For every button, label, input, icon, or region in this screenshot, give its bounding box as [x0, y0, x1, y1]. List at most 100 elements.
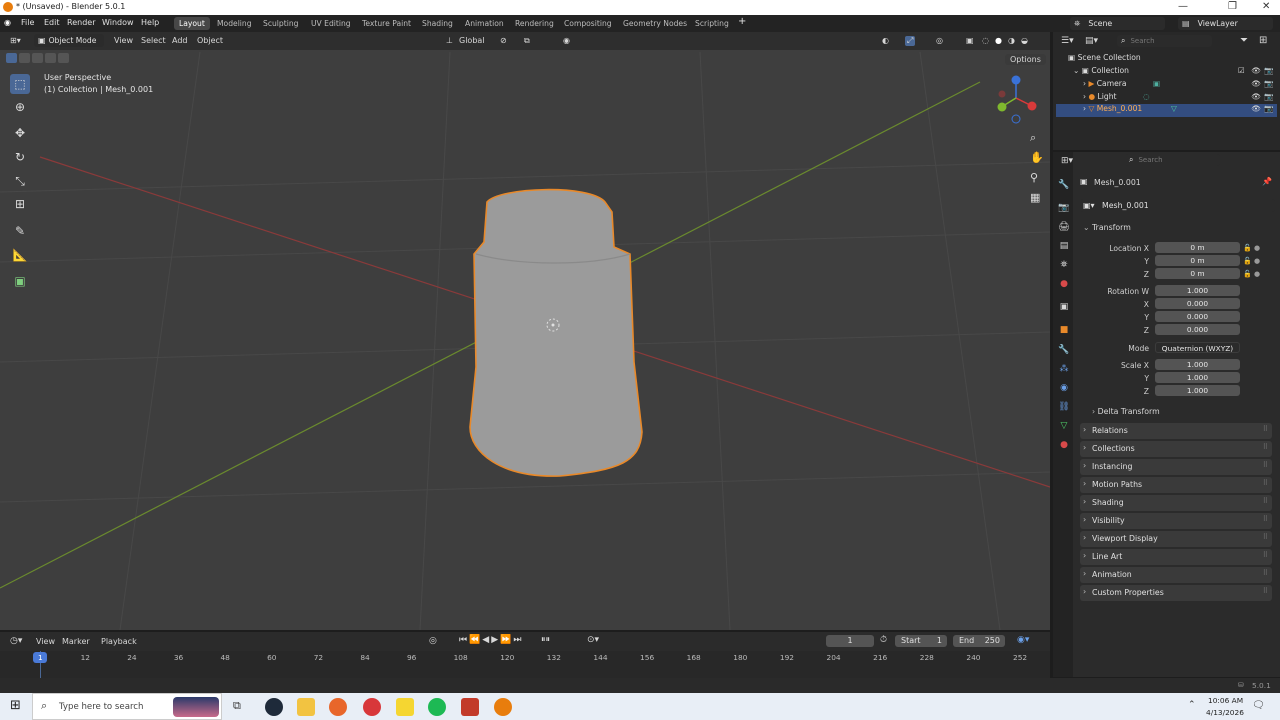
location-z-field[interactable]: 0 m — [1155, 268, 1240, 279]
tool-tab-icon[interactable]: 🔧 — [1057, 178, 1071, 192]
outliner-collection[interactable]: ⌄ ▣ Collection ☑ 👁 📷 — [1073, 66, 1273, 79]
playback-controls-icon[interactable]: ⏮⏪◀▶⏩⏭ — [459, 635, 523, 645]
select-box-tool-icon[interactable]: ⬚ — [10, 74, 30, 94]
particles-tab-icon[interactable]: ⁂ — [1057, 362, 1071, 376]
tray-chevron-icon[interactable]: ⌃ — [1188, 700, 1196, 710]
drag-grip-icon[interactable]: ⠿ — [1263, 443, 1268, 451]
rotate-tool-icon[interactable]: ↻ — [10, 147, 30, 167]
windows-start-icon[interactable]: ⊞ — [10, 698, 21, 713]
firefox-icon[interactable] — [329, 698, 347, 716]
drag-grip-icon[interactable]: ⠿ — [1263, 479, 1268, 487]
render-camera-icon[interactable]: 📷 — [1264, 92, 1273, 101]
blender-taskbar-icon[interactable] — [494, 698, 512, 716]
drag-grip-icon[interactable]: ⠿ — [1263, 497, 1268, 505]
visibility-eye-icon[interactable]: 👁 — [1251, 104, 1261, 113]
modifier-tab-icon[interactable]: 🔧 — [1057, 343, 1071, 357]
panel-viewport-display[interactable]: › Viewport Display ⠿ — [1080, 531, 1272, 547]
gizmo-toggle-icon[interactable]: ⤢ — [905, 36, 916, 46]
rotation-w-field[interactable]: 1.000 — [1155, 285, 1240, 296]
filter-icon[interactable]: ⏷ — [1240, 35, 1248, 46]
tab-texture-paint[interactable]: Texture Paint — [357, 17, 416, 30]
render-camera-icon[interactable]: 📷 — [1264, 104, 1273, 113]
output-tab-icon[interactable]: 🖨 — [1057, 220, 1071, 234]
physics-tab-icon[interactable]: ◉ — [1057, 381, 1071, 395]
timeline-editor-icon[interactable]: ◷▾ — [10, 636, 22, 646]
outliner-search-field[interactable]: ⌕ Search — [1117, 35, 1212, 47]
rotation-mode-dropdown[interactable]: Quaternion (WXYZ) — [1155, 342, 1240, 353]
keying-icon[interactable]: ⊙▾ — [587, 635, 599, 645]
data-tab-icon[interactable]: ▽ — [1057, 419, 1071, 433]
panel-instancing[interactable]: › Instancing ⠿ — [1080, 459, 1272, 475]
view-layer-selector[interactable]: ▤ ViewLayer — [1178, 17, 1273, 30]
drag-grip-icon[interactable]: ⠿ — [1263, 569, 1268, 577]
collection-tab-icon[interactable]: ▣ — [1057, 300, 1071, 314]
panel-animation[interactable]: › Animation ⠿ — [1080, 567, 1272, 583]
blender-menu-icon[interactable]: ◉ — [4, 18, 11, 27]
scene-selector[interactable]: ⛯ Scene — [1070, 17, 1165, 30]
editor-type-icon[interactable]: ⊞▾ — [10, 36, 21, 45]
timeline-menu-marker[interactable]: Marker — [62, 637, 90, 646]
overlay-toggle-icon[interactable]: ◉▾ — [1017, 635, 1029, 645]
timeline-menu-playback[interactable]: Playback — [101, 637, 137, 646]
tab-scripting[interactable]: Scripting — [690, 17, 734, 30]
material-shading-icon[interactable]: ◑ — [1008, 36, 1015, 45]
object-name-field[interactable]: ▣▾ Mesh_0.001 — [1080, 199, 1275, 212]
lock-icon[interactable]: 🔓 ● — [1243, 268, 1265, 281]
start-frame-field[interactable]: Start 1 — [895, 635, 947, 647]
visibility-eye-icon[interactable]: 👁 — [1251, 66, 1261, 75]
menu-file[interactable]: File — [21, 18, 34, 27]
menu-add[interactable]: Add — [172, 36, 188, 45]
close-button[interactable]: ✕ — [1262, 1, 1270, 12]
drag-grip-icon[interactable]: ⠿ — [1263, 587, 1268, 595]
rotation-y-field[interactable]: 0.000 — [1155, 311, 1240, 322]
menu-edit[interactable]: Edit — [44, 18, 60, 27]
tab-geometry-nodes[interactable]: Geometry Nodes — [618, 17, 692, 30]
chrome-icon[interactable] — [363, 698, 381, 716]
scale-z-field[interactable]: 1.000 — [1155, 385, 1240, 396]
exclude-checkbox[interactable]: ☑ — [1238, 66, 1245, 75]
xray-icon[interactable]: ▣ — [966, 36, 974, 45]
add-workspace-button[interactable]: + — [738, 16, 746, 27]
time-icon[interactable]: ⏱ — [880, 635, 887, 645]
keyframe-nav-icon[interactable]: ⏸⏸ — [541, 635, 550, 645]
menu-select[interactable]: Select — [141, 36, 166, 45]
select-intersect-icon[interactable] — [58, 53, 69, 63]
mesh-object[interactable] — [469, 188, 643, 477]
lock-icon[interactable]: 🔓 ● — [1243, 242, 1265, 255]
lock-icon[interactable]: 🔓 ● — [1243, 255, 1265, 268]
scale-tool-icon[interactable]: ⤡ — [10, 171, 30, 191]
mode-selector[interactable]: ▣ Object Mode — [34, 34, 104, 47]
menu-object[interactable]: Object — [197, 36, 223, 45]
outliner-item-mesh[interactable]: › ▽ Mesh_0.001 ▽ 👁 📷 — [1056, 104, 1277, 117]
orientation-icon[interactable]: ⊥ — [446, 36, 453, 45]
tab-uv-editing[interactable]: UV Editing — [306, 17, 356, 30]
menu-window[interactable]: Window — [102, 18, 134, 27]
tab-compositing[interactable]: Compositing — [559, 17, 617, 30]
drag-grip-icon[interactable]: ⠿ — [1263, 425, 1268, 433]
orientation-selector[interactable]: Global — [459, 36, 485, 45]
record-icon[interactable]: ◎ — [429, 636, 437, 646]
panel-motion-paths[interactable]: › Motion Paths ⠿ — [1080, 477, 1272, 493]
zoom-icon[interactable]: ⌕ — [1030, 131, 1036, 145]
camera-view-icon[interactable]: ⚲ — [1030, 171, 1038, 184]
taskbar-search-box[interactable]: ⌕ Type here to search — [32, 693, 222, 720]
select-subtract-icon[interactable] — [32, 53, 43, 63]
overlay-icon[interactable]: ◎ — [936, 36, 943, 45]
select-extend-icon[interactable] — [19, 53, 30, 63]
rotation-x-field[interactable]: 0.000 — [1155, 298, 1240, 309]
tab-modeling[interactable]: Modeling — [212, 17, 257, 30]
panel-shading[interactable]: › Shading ⠿ — [1080, 495, 1272, 511]
delta-transform-header[interactable]: › Delta Transform — [1092, 407, 1160, 416]
outliner-editor-icon[interactable]: ☰▾ — [1061, 36, 1074, 46]
panel-visibility[interactable]: › Visibility ⠿ — [1080, 513, 1272, 529]
cursor-tool-icon[interactable]: ⊕ — [10, 97, 30, 117]
menu-help[interactable]: Help — [141, 18, 159, 27]
panel-relations[interactable]: › Relations ⠿ — [1080, 423, 1272, 439]
menu-render[interactable]: Render — [67, 18, 95, 27]
solid-shading-icon[interactable]: ● — [995, 36, 1002, 45]
snap-icon[interactable]: ⧉ — [524, 36, 530, 46]
visibility-icon[interactable]: ◐ — [882, 36, 889, 45]
select-new-icon[interactable] — [6, 53, 17, 63]
navigation-gizmo[interactable] — [990, 74, 1040, 124]
timeline-menu-view[interactable]: View — [36, 637, 55, 646]
